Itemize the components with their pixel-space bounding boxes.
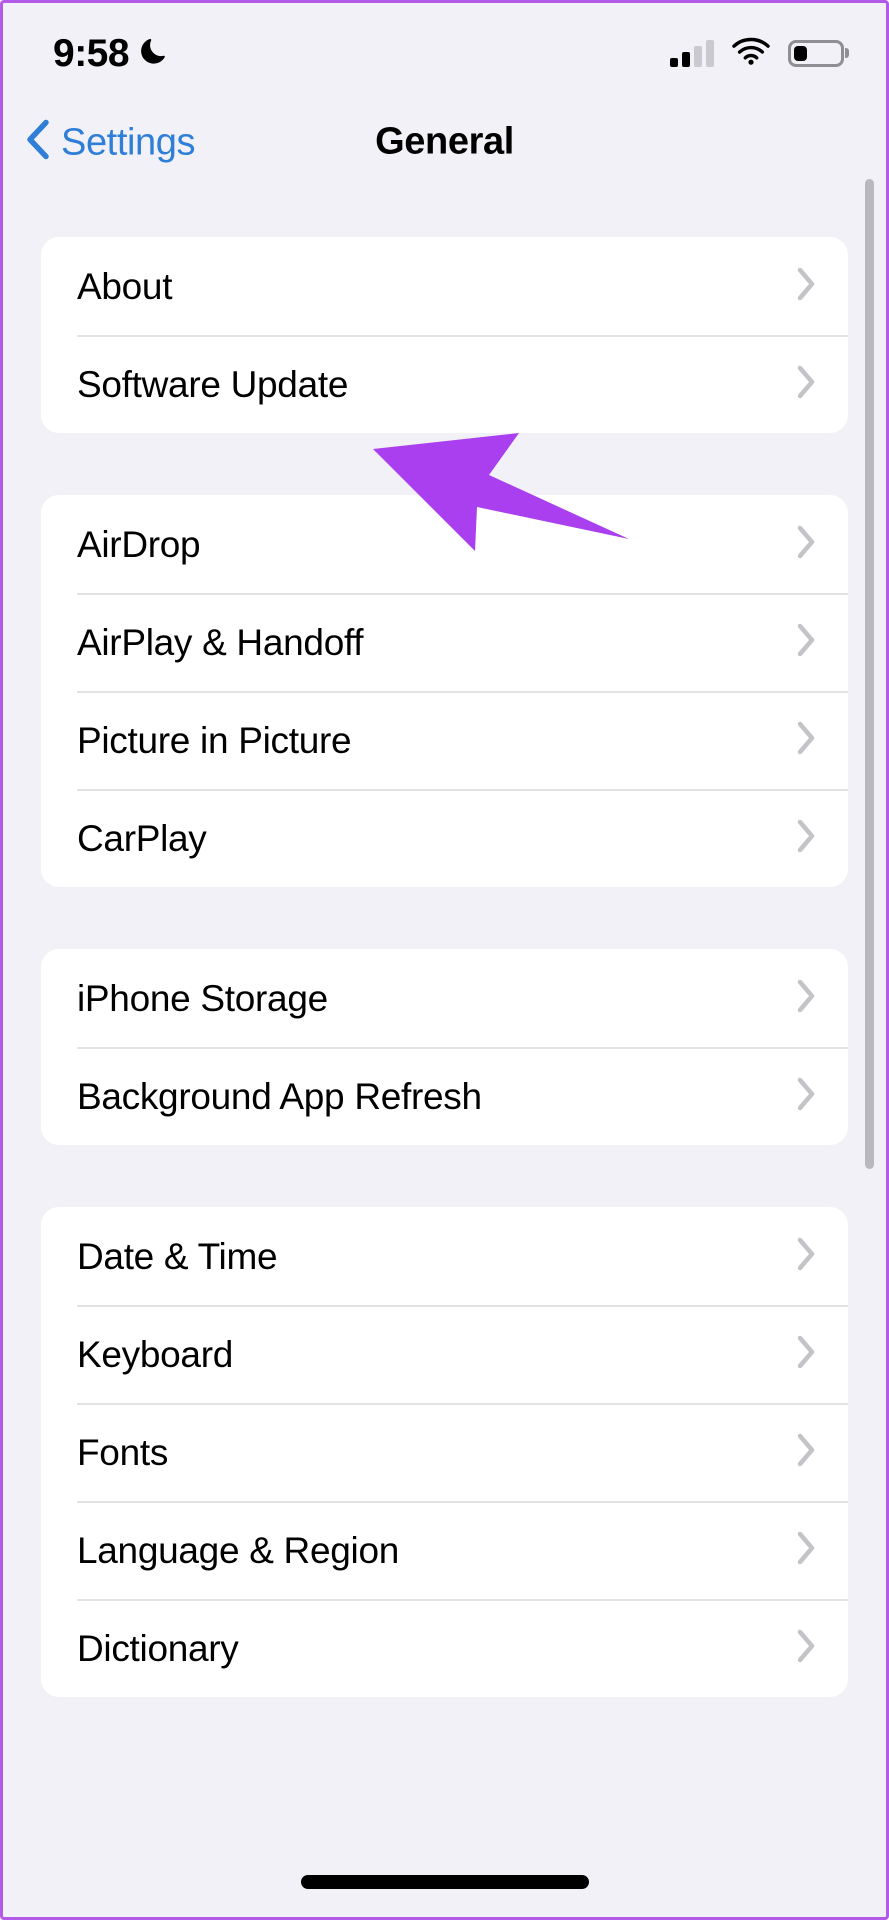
crescent-moon-icon <box>140 36 170 71</box>
chevron-right-icon <box>796 1531 816 1570</box>
settings-row-label: About <box>77 265 173 307</box>
settings-row-date-time[interactable]: Date & Time <box>41 1207 848 1305</box>
chevron-right-icon <box>796 623 816 662</box>
vertical-scrollbar[interactable] <box>865 179 874 1169</box>
chevron-right-icon <box>796 525 816 564</box>
page-title: General <box>375 120 514 163</box>
back-button[interactable]: Settings <box>25 119 196 166</box>
settings-row-label: Date & Time <box>77 1235 278 1277</box>
status-bar: 9:58 <box>3 3 886 103</box>
settings-group-connectivity: AirDrop AirPlay & Handoff Picture in Pic… <box>41 495 848 887</box>
settings-row-about[interactable]: About <box>41 237 848 335</box>
settings-row-label: AirDrop <box>77 523 201 565</box>
status-bar-left: 9:58 <box>53 34 170 73</box>
chevron-right-icon <box>796 721 816 760</box>
chevron-right-icon <box>796 1629 816 1668</box>
chevron-right-icon <box>796 979 816 1018</box>
settings-row-label: CarPlay <box>77 817 207 859</box>
settings-row-language-region[interactable]: Language & Region <box>41 1501 848 1599</box>
status-bar-right <box>670 37 844 70</box>
settings-row-label: Dictionary <box>77 1627 239 1669</box>
home-indicator <box>300 1875 589 1889</box>
settings-row-label: iPhone Storage <box>77 977 328 1019</box>
settings-row-software-update[interactable]: Software Update <box>41 335 848 433</box>
battery-icon <box>788 39 844 67</box>
chevron-right-icon <box>796 1237 816 1276</box>
settings-group-storage: iPhone Storage Background App Refresh <box>41 949 848 1145</box>
settings-row-label: Software Update <box>77 363 349 405</box>
settings-row-dictionary[interactable]: Dictionary <box>41 1599 848 1697</box>
chevron-right-icon <box>796 1433 816 1472</box>
settings-row-airdrop[interactable]: AirDrop <box>41 495 848 593</box>
settings-row-label: Background App Refresh <box>77 1075 482 1117</box>
chevron-right-icon <box>796 1077 816 1116</box>
settings-row-carplay[interactable]: CarPlay <box>41 789 848 887</box>
settings-row-picture-in-picture[interactable]: Picture in Picture <box>41 691 848 789</box>
settings-row-label: Language & Region <box>77 1529 400 1571</box>
settings-row-keyboard[interactable]: Keyboard <box>41 1305 848 1403</box>
chevron-right-icon <box>796 819 816 858</box>
navigation-bar: Settings General <box>3 103 886 181</box>
chevron-right-icon <box>796 365 816 404</box>
settings-group-localization: Date & Time Keyboard Fonts Language & Re… <box>41 1207 848 1697</box>
settings-row-airplay-handoff[interactable]: AirPlay & Handoff <box>41 593 848 691</box>
status-bar-clock: 9:58 <box>53 31 130 75</box>
settings-row-label: Fonts <box>77 1431 169 1473</box>
settings-row-background-app-refresh[interactable]: Background App Refresh <box>41 1047 848 1145</box>
settings-row-iphone-storage[interactable]: iPhone Storage <box>41 949 848 1047</box>
chevron-right-icon <box>796 1335 816 1374</box>
chevron-left-icon <box>25 119 51 166</box>
cellular-signal-icon <box>670 39 714 67</box>
settings-row-label: AirPlay & Handoff <box>77 621 364 663</box>
settings-row-fonts[interactable]: Fonts <box>41 1403 848 1501</box>
chevron-right-icon <box>796 267 816 306</box>
settings-list: About Software Update AirDrop AirPlay & … <box>3 181 886 1917</box>
iphone-screen: 9:58 Settings General About Software Upd… <box>0 0 889 1920</box>
wifi-icon <box>732 37 770 70</box>
back-button-label: Settings <box>61 121 196 163</box>
settings-group-system: About Software Update <box>41 237 848 433</box>
settings-row-label: Picture in Picture <box>77 719 352 761</box>
settings-row-label: Keyboard <box>77 1333 233 1375</box>
